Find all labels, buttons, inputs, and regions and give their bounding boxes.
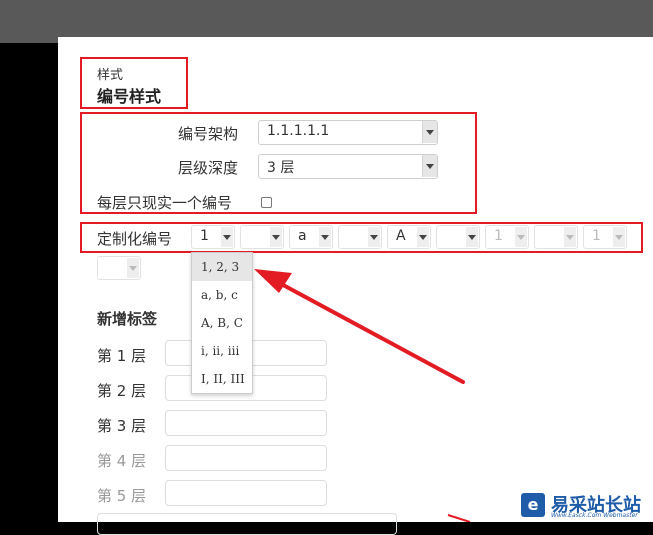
logo-icon: e bbox=[521, 493, 545, 517]
arrow-shaft bbox=[270, 277, 465, 384]
site-logo: e 易采站长站 Www.Easck.Com Webmaster bbox=[517, 488, 653, 522]
logo-subtitle: Www.Easck.Com Webmaster bbox=[551, 512, 638, 519]
arrow-head bbox=[254, 269, 292, 293]
arrow-fragment bbox=[447, 514, 471, 522]
annotation-arrow bbox=[254, 269, 471, 522]
